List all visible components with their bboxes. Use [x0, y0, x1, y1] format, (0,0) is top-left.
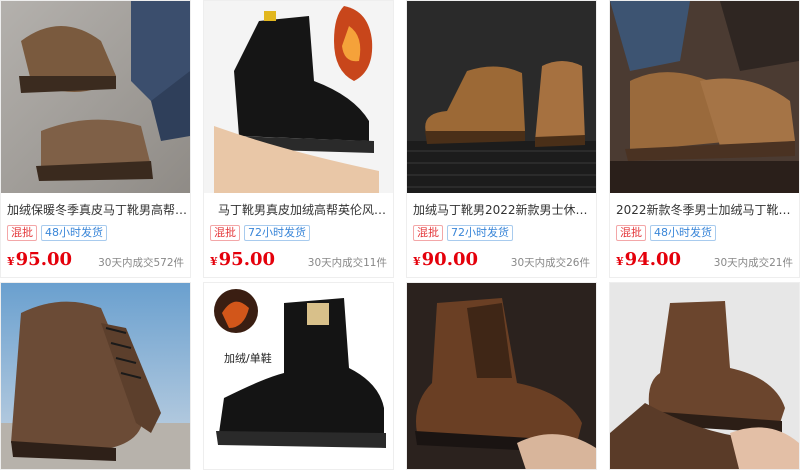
tag-wholesale: 混批 [7, 225, 37, 241]
product-card-3[interactable]: 加绒马丁靴男2022新款男士休闲… 混批 72小时发货 ¥90.00 30天内成… [406, 0, 597, 278]
currency-symbol: ¥ [210, 255, 218, 268]
product-sales: 30天内成交21件 [713, 257, 793, 269]
tag-wholesale: 混批 [616, 225, 646, 241]
feature-caption: 加绒/单鞋 [224, 352, 272, 365]
product-image[interactable] [204, 1, 393, 193]
product-title[interactable]: 加绒马丁靴男2022新款男士休闲… [413, 201, 593, 218]
tag-shipping: 48小时发货 [650, 225, 716, 241]
product-card-2[interactable]: 马丁靴男真皮加绒高帮英伦风… 混批 72小时发货 ¥95.00 30天内成交11… [203, 0, 394, 278]
product-price: ¥95.00 [210, 249, 275, 270]
product-image[interactable] [204, 283, 393, 469]
product-tags: 混批 48小时发货 [7, 225, 107, 241]
product-card-5[interactable] [0, 282, 191, 470]
product-tags: 混批 72小时发货 [413, 225, 513, 241]
price-value: 95.00 [15, 249, 73, 270]
tag-shipping: 48小时发货 [41, 225, 107, 241]
product-image[interactable] [1, 283, 190, 469]
product-sales: 30天内成交11件 [307, 257, 387, 269]
product-tags: 混批 72小时发货 [210, 225, 310, 241]
product-card-1[interactable]: 加绒保暖冬季真皮马丁靴男高帮… 混批 48小时发货 ¥95.00 30天内成交5… [0, 0, 191, 278]
price-value: 90.00 [421, 249, 479, 270]
product-title[interactable]: 2022新款冬季男士加绒马丁靴休… [616, 201, 796, 218]
product-card-4[interactable]: 2022新款冬季男士加绒马丁靴休… 混批 48小时发货 ¥94.00 30天内成… [609, 0, 800, 278]
product-title[interactable]: 加绒保暖冬季真皮马丁靴男高帮… [7, 201, 187, 218]
product-sales: 30天内成交572件 [98, 257, 184, 269]
product-price: ¥95.00 [7, 249, 72, 270]
currency-symbol: ¥ [413, 255, 421, 268]
product-image[interactable] [407, 1, 596, 193]
price-value: 94.00 [624, 249, 682, 270]
product-image[interactable] [610, 283, 799, 469]
product-sales: 30天内成交26件 [510, 257, 590, 269]
product-title[interactable]: 马丁靴男真皮加绒高帮英伦风… [218, 201, 393, 218]
product-price: ¥94.00 [616, 249, 681, 270]
tag-wholesale: 混批 [210, 225, 240, 241]
tag-shipping: 72小时发货 [447, 225, 513, 241]
product-card-6[interactable]: 加绒/单鞋 [203, 282, 394, 470]
product-image[interactable] [1, 1, 190, 193]
product-card-8[interactable] [609, 282, 800, 470]
product-price: ¥90.00 [413, 249, 478, 270]
product-grid: 加绒保暖冬季真皮马丁靴男高帮… 混批 48小时发货 ¥95.00 30天内成交5… [0, 0, 800, 470]
currency-symbol: ¥ [7, 255, 15, 268]
price-value: 95.00 [218, 249, 276, 270]
currency-symbol: ¥ [616, 255, 624, 268]
tag-wholesale: 混批 [413, 225, 443, 241]
product-tags: 混批 48小时发货 [616, 225, 716, 241]
tag-shipping: 72小时发货 [244, 225, 310, 241]
product-image[interactable] [407, 283, 596, 469]
product-image[interactable] [610, 1, 799, 193]
product-card-7[interactable] [406, 282, 597, 470]
